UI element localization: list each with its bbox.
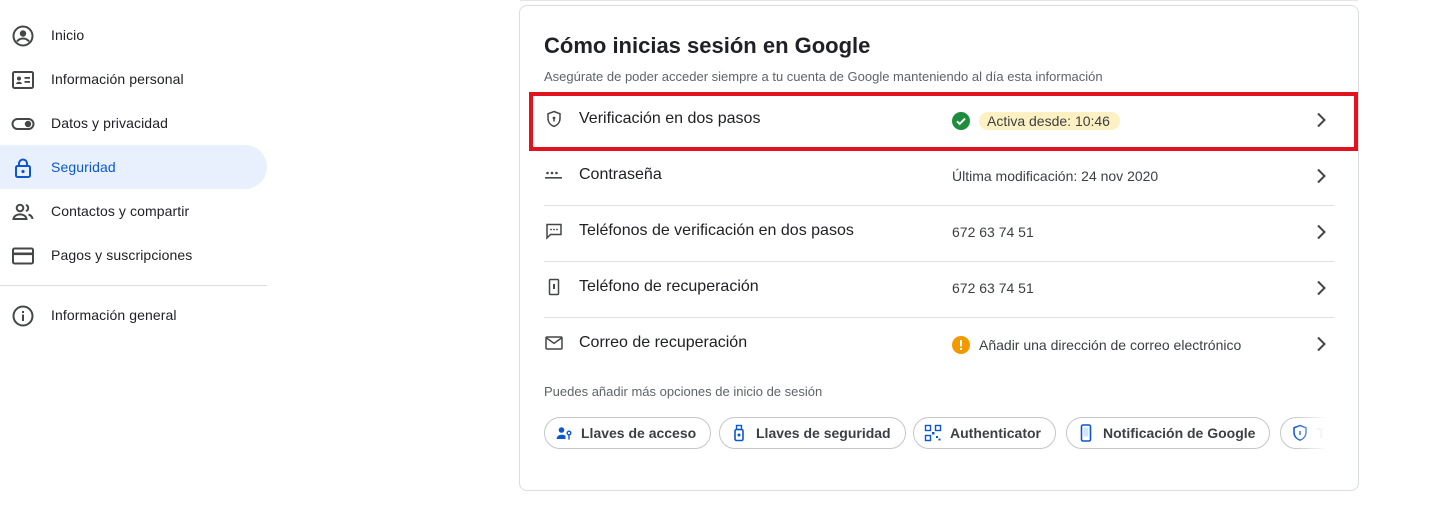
row-label: Correo de recuperación <box>579 334 748 351</box>
sidebar-item-informacion-personal[interactable]: Información personal <box>0 57 267 101</box>
sidebar-item-pagos[interactable]: Pagos y suscripciones <box>0 233 267 277</box>
row-value: 672 63 74 51 <box>952 224 1034 240</box>
check-circle-icon <box>952 112 970 130</box>
chevron-right-icon <box>1310 109 1332 131</box>
row-value: Añadir una dirección de correo electróni… <box>952 336 1241 354</box>
sign-in-options-chips: Llaves de acceso Llaves de seguridad Aut… <box>544 417 1335 451</box>
row-value: Activa desde: 10:46 <box>952 112 1120 130</box>
mail-icon <box>544 333 564 353</box>
sidebar-item-seguridad[interactable]: Seguridad <box>0 145 267 189</box>
info-icon <box>11 304 35 328</box>
row-recovery-phone[interactable]: Teléfono de recuperación 672 63 74 51 <box>544 261 1334 317</box>
chip-authenticator[interactable]: Authenticator <box>913 417 1056 449</box>
row-label: Contraseña <box>579 166 662 183</box>
more-options-text: Puedes añadir más opciones de inicio de … <box>544 384 823 399</box>
row-value: 672 63 74 51 <box>952 280 1034 296</box>
chips-overflow-fade <box>1295 417 1335 451</box>
sidebar-item-informacion-general[interactable]: Información general <box>0 293 267 337</box>
status-text: Añadir una dirección de correo electróni… <box>979 337 1242 353</box>
status-badge: Activa desde: 10:46 <box>979 112 1120 130</box>
shield-icon <box>544 109 564 129</box>
qr-code-icon <box>924 424 942 442</box>
sidebar-item-label: Información general <box>51 307 177 323</box>
chip-label: Llaves de acceso <box>581 425 697 441</box>
sidebar-item-label: Información personal <box>51 71 184 87</box>
sidebar-item-inicio[interactable]: Inicio <box>0 13 267 57</box>
sidebar-item-label: Seguridad <box>51 159 116 175</box>
passkey-icon <box>555 424 573 442</box>
row-recovery-email[interactable]: Correo de recuperación Añadir una direcc… <box>544 317 1334 373</box>
sidebar-item-label: Inicio <box>51 27 85 43</box>
row-label: Teléfono de recuperación <box>579 278 759 295</box>
chip-label: Notificación de Google <box>1103 425 1256 441</box>
chip-label: Authenticator <box>950 425 1041 441</box>
chevron-right-icon <box>1310 333 1332 355</box>
security-key-icon <box>730 424 748 442</box>
account-circle-icon <box>11 24 35 48</box>
row-value: Última modificación: 24 nov 2020 <box>952 168 1159 184</box>
row-password[interactable]: Contraseña Última modificación: 24 nov 2… <box>544 149 1334 205</box>
card-title: Cómo inicias sesión en Google <box>544 33 871 58</box>
sidebar: Inicio Información personal Datos y priv… <box>0 0 268 510</box>
chip-passkeys[interactable]: Llaves de acceso <box>544 417 712 449</box>
smartphone-icon <box>1077 424 1095 442</box>
chip-security-keys[interactable]: Llaves de seguridad <box>719 417 906 449</box>
sidebar-item-datos-privacidad[interactable]: Datos y privacidad <box>0 101 267 145</box>
sidebar-item-label: Contactos y compartir <box>51 203 190 219</box>
sidebar-divider <box>0 285 267 286</box>
lock-icon <box>11 156 35 180</box>
chip-google-notification[interactable]: Notificación de Google <box>1066 417 1271 449</box>
toggle-icon <box>11 112 35 136</box>
message-icon <box>544 221 564 241</box>
chevron-right-icon <box>1310 221 1332 243</box>
chevron-right-icon <box>1310 165 1332 187</box>
sign-in-card: Cómo inicias sesión en Google Asegúrate … <box>519 5 1359 491</box>
sidebar-item-contactos[interactable]: Contactos y compartir <box>0 189 267 233</box>
chevron-right-icon <box>1310 277 1332 299</box>
row-two-step-phones[interactable]: Teléfonos de verificación en dos pasos 6… <box>544 205 1334 261</box>
credit-card-icon <box>11 244 35 268</box>
warning-icon <box>952 336 970 354</box>
card-subtitle: Asegúrate de poder acceder siempre a tu … <box>544 69 1103 84</box>
sidebar-item-label: Datos y privacidad <box>51 115 168 131</box>
people-icon <box>11 200 35 224</box>
row-label: Verificación en dos pasos <box>579 110 761 127</box>
id-card-icon <box>11 68 35 92</box>
top-divider <box>520 0 1358 1</box>
sidebar-item-label: Pagos y suscripciones <box>51 247 193 263</box>
row-label: Teléfonos de verificación en dos pasos <box>579 222 854 239</box>
password-dots-icon <box>544 165 564 185</box>
phone-icon <box>544 277 564 297</box>
chip-label: Llaves de seguridad <box>756 425 891 441</box>
row-two-step-verification[interactable]: Verificación en dos pasos Activa desde: … <box>544 93 1334 149</box>
